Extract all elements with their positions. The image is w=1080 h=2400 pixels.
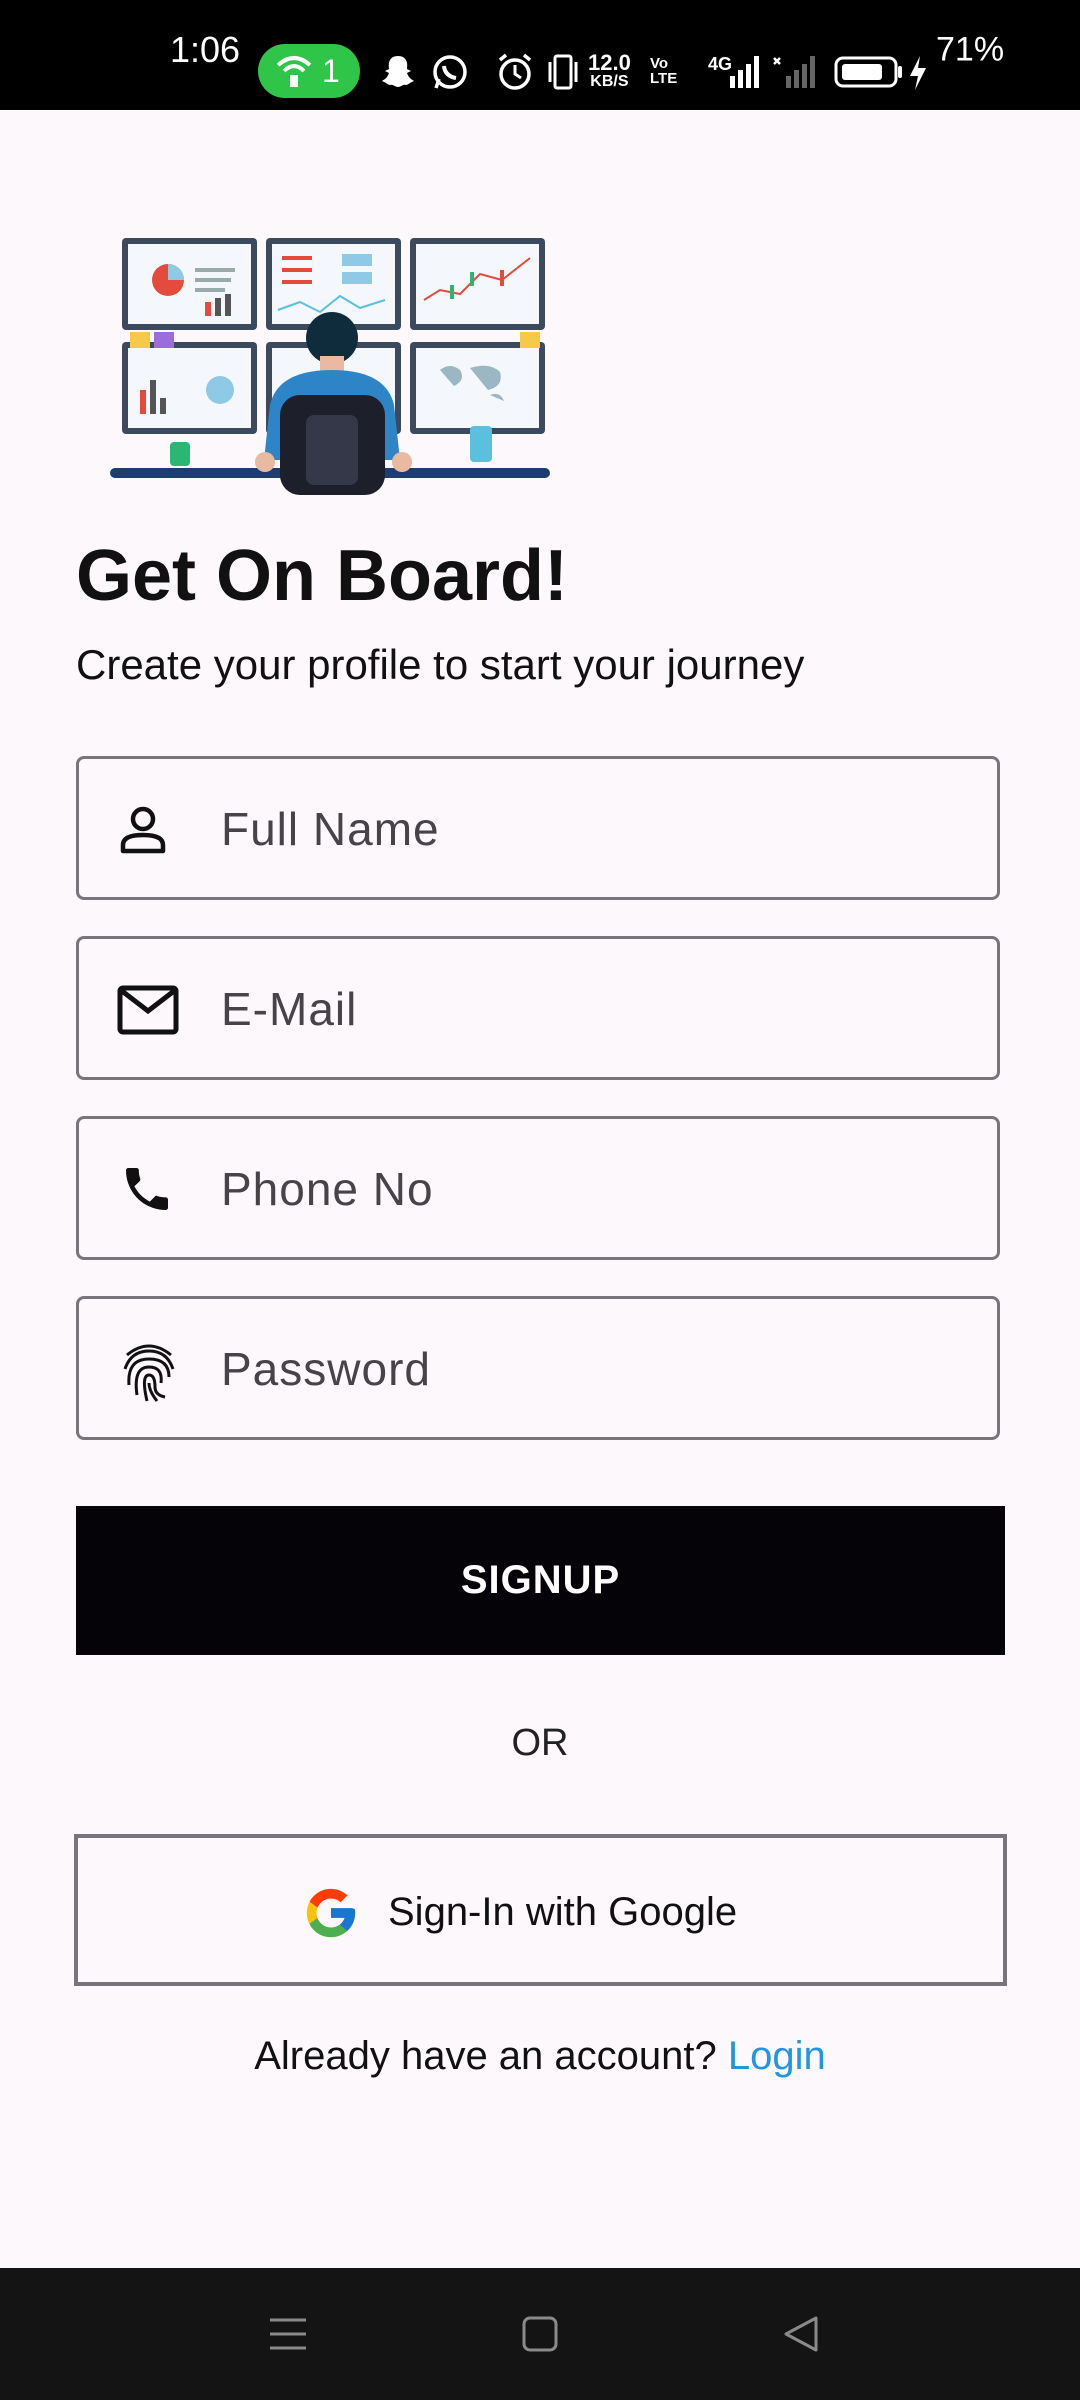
hotspot-indicator: 1 [258, 44, 360, 98]
login-prompt-row: Already have an account? Login [0, 2034, 1080, 2079]
login-prompt-text: Already have an account? [254, 2034, 717, 2078]
phone-input[interactable] [219, 1119, 983, 1259]
dashboard-illustration [110, 238, 550, 495]
system-nav-bar [0, 2268, 1080, 2400]
status-time: 1:06 [170, 29, 241, 70]
vibrate-icon [548, 54, 578, 90]
password-input[interactable] [219, 1299, 983, 1439]
login-link[interactable]: Login [728, 2034, 826, 2078]
email-input[interactable] [219, 939, 983, 1079]
home-nav-icon[interactable] [518, 2312, 562, 2356]
full-name-field[interactable] [76, 756, 1000, 900]
full-name-input[interactable] [219, 759, 983, 899]
whatsapp-icon [433, 55, 467, 89]
hotspot-count: 1 [322, 53, 340, 89]
network-speed: 12.0 KB/S [588, 52, 631, 90]
google-signin-button[interactable]: Sign-In with Google [74, 1834, 1007, 1986]
battery-percent: 71% [936, 30, 1005, 69]
alarm-icon [498, 53, 532, 90]
email-field[interactable] [76, 936, 1000, 1080]
speed-value: 12.0 [588, 50, 631, 75]
google-logo-icon [306, 1888, 356, 1938]
volte-indicator: Vo LTE [650, 55, 678, 87]
mail-icon [117, 985, 179, 1035]
status-bar: 1:06 1 12.0 KB/S Vo LTE 4G 71% [0, 0, 1080, 110]
fingerprint-icon [123, 1344, 175, 1402]
phone-field[interactable] [76, 1116, 1000, 1260]
signup-button[interactable]: SIGNUP [76, 1506, 1005, 1655]
speed-unit: KB/S [590, 73, 629, 90]
snapchat-icon [382, 56, 414, 87]
back-nav-icon[interactable] [780, 2312, 824, 2356]
battery-icon [834, 56, 902, 88]
page-subtitle: Create your profile to start your journe… [76, 641, 805, 688]
person-icon [120, 806, 166, 854]
signal-icon [730, 56, 759, 88]
google-signin-label: Sign-In with Google [388, 1890, 738, 1934]
phone-icon [126, 1168, 168, 1210]
signal-empty-icon [773, 56, 815, 88]
charging-icon [910, 56, 926, 90]
password-field[interactable] [76, 1296, 1000, 1440]
or-divider: OR [511, 1722, 569, 1764]
page-title: Get On Board! [76, 536, 569, 616]
menu-nav-icon[interactable] [264, 2312, 312, 2356]
hotspot-icon [276, 56, 312, 87]
